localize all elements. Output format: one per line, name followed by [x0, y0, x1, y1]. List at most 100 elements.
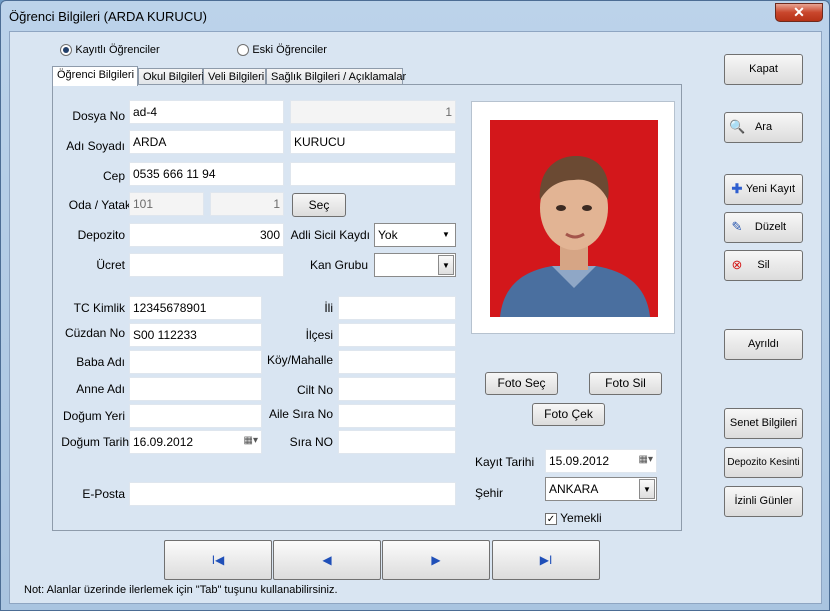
foto-sil-button[interactable]: Foto Sil — [589, 372, 662, 395]
dogum-yeri-label: Doğum Yeri — [62, 409, 125, 423]
adli-sicil-select[interactable]: Yok ▼ — [374, 223, 456, 247]
tc-label: TC Kimlik — [73, 301, 125, 315]
cuzdan-field[interactable]: S00 112233 — [129, 323, 262, 347]
chevron-down-icon[interactable]: ▼ — [639, 479, 655, 499]
yeni-kayit-button[interactable]: ✚ Yeni Kayıt — [724, 174, 803, 205]
kapat-button[interactable]: Kapat — [724, 54, 803, 85]
ilcesi-label: İlçesi — [305, 328, 333, 342]
first-name-field[interactable]: ARDA — [129, 130, 284, 154]
ili-label: İli — [324, 301, 333, 315]
sec-button[interactable]: Seç — [292, 193, 346, 217]
sehir-value: ANKARA — [549, 482, 599, 496]
depozito-label: Depozito — [77, 228, 125, 242]
student-portrait-image — [490, 120, 658, 317]
cilt-label: Cilt No — [296, 383, 333, 397]
radio-registered[interactable]: Kayıtlı Öğrenciler — [60, 42, 160, 56]
check-icon[interactable]: ✓ — [545, 512, 557, 525]
edit-icon: ✎ — [731, 219, 743, 234]
yemekli-checkbox[interactable]: ✓ Yemekli — [545, 511, 602, 525]
aile-sira-field[interactable] — [338, 404, 456, 428]
last-name-field[interactable]: KURUCU — [290, 130, 456, 154]
kayit-tarihi-picker[interactable]: 15.09.2012 ▦▾ — [545, 449, 657, 473]
dogum-yeri-field[interactable] — [129, 404, 262, 428]
radio-former-dot[interactable] — [237, 43, 249, 56]
tab-health-info[interactable]: Sağlık Bilgileri / Açıklamalar — [266, 68, 406, 85]
client-area: Kayıtlı Öğrenciler Eski Öğrenciler Öğren… — [9, 31, 822, 604]
student-photo — [490, 120, 658, 317]
sil-label: Sil — [757, 259, 770, 271]
izinli-gunler-button[interactable]: İzinli Günler — [724, 486, 803, 517]
ara-label: Ara — [754, 121, 773, 133]
title-bar: Öğrenci Bilgileri (ARDA KURUCU) ✕ — [1, 1, 829, 31]
foto-sec-button[interactable]: Foto Seç — [485, 372, 558, 395]
eposta-label: E-Posta — [82, 487, 125, 501]
aile-sira-label: Aile Sıra No — [268, 407, 333, 421]
main-window: Öğrenci Bilgileri (ARDA KURUCU) ✕ Kayıtl… — [0, 0, 830, 611]
yatak-field[interactable]: 1 — [210, 192, 284, 216]
adli-sicil-value: Yok — [378, 228, 398, 242]
ayrildi-button[interactable]: Ayrıldı — [724, 329, 803, 360]
kayit-tarihi-label: Kayıt Tarihi — [475, 455, 535, 469]
sehir-select[interactable]: ANKARA ▼ — [545, 477, 657, 501]
cuzdan-label: Cüzdan No — [64, 326, 125, 340]
adi-soyadi-label: Adı Soyadı — [66, 139, 125, 153]
cep-label: Cep — [102, 169, 125, 183]
close-button[interactable]: ✕ — [775, 3, 823, 22]
chevron-down-icon[interactable]: ▼ — [438, 255, 454, 275]
search-icon: 🔍 — [729, 119, 746, 134]
chevron-down-icon[interactable]: ▼ — [438, 225, 454, 245]
dogum-tarih-value: 16.09.2012 — [133, 435, 194, 449]
previous-record-button[interactable]: ◀ — [273, 540, 381, 580]
koy-label: Köy/Mahalle — [266, 353, 333, 367]
depozito-field[interactable]: 300 — [129, 223, 284, 247]
last-record-button[interactable]: ▶I — [492, 540, 600, 580]
next-record-button[interactable]: ▶ — [382, 540, 490, 580]
baba-label: Baba Adı — [76, 355, 125, 369]
radio-registered-dot[interactable] — [60, 43, 72, 56]
radio-former[interactable]: Eski Öğrenciler — [237, 42, 327, 56]
oda-field[interactable]: 101 — [129, 192, 204, 216]
radio-registered-label: Kayıtlı Öğrenciler — [75, 44, 160, 56]
first-record-button[interactable]: I◀ — [164, 540, 272, 580]
duzelt-label: Düzelt — [754, 221, 787, 233]
dogum-tarih-picker[interactable]: 16.09.2012 ▦▾ — [129, 430, 262, 454]
tab-school-info[interactable]: Okul Bilgileri — [138, 68, 204, 85]
dosya-no-field[interactable]: ad-4 — [129, 100, 284, 124]
sira-field[interactable] — [338, 430, 456, 454]
foto-cek-button[interactable]: Foto Çek — [532, 403, 605, 426]
adli-sicil-label: Adli Sicil Kaydı — [290, 228, 370, 242]
eposta-field[interactable] — [129, 482, 456, 506]
baba-field[interactable] — [129, 350, 262, 374]
sil-button[interactable]: ⊗ Sil — [724, 250, 803, 281]
kan-grubu-label: Kan Grubu — [309, 258, 368, 272]
cep-field[interactable]: 0535 666 11 94 — [129, 162, 284, 186]
depozito-kesinti-button[interactable]: Depozito Kesinti — [724, 447, 803, 478]
photo-frame — [471, 101, 675, 334]
dogum-tarih-label: Doğum Tarih — [61, 435, 129, 449]
delete-icon: ⊗ — [731, 257, 743, 272]
anne-label: Anne Adı — [76, 382, 125, 396]
plus-icon: ✚ — [731, 181, 743, 196]
dosya-no-label: Dosya No — [72, 109, 125, 123]
tc-field[interactable]: 12345678901 — [129, 296, 262, 320]
ucret-field[interactable] — [129, 253, 284, 277]
tab-parent-info[interactable]: Veli Bilgileri — [203, 68, 266, 85]
duzelt-button[interactable]: ✎ Düzelt — [724, 212, 803, 243]
ili-field[interactable] — [338, 296, 456, 320]
anne-field[interactable] — [129, 377, 262, 401]
ara-button[interactable]: 🔍 Ara — [724, 112, 803, 143]
dosya-no-counter-field[interactable]: 1 — [290, 100, 456, 124]
ucret-label: Ücret — [96, 258, 125, 272]
tab-student-info[interactable]: Öğrenci Bilgileri — [52, 66, 138, 86]
footer-note: Not: Alanlar üzerinde ilerlemek için "Ta… — [24, 584, 338, 596]
kan-grubu-select[interactable]: ▼ — [374, 253, 456, 277]
senet-button[interactable]: Senet Bilgileri — [724, 408, 803, 439]
cilt-field[interactable] — [338, 377, 456, 401]
window-title: Öğrenci Bilgileri (ARDA KURUCU) — [9, 9, 207, 24]
ilcesi-field[interactable] — [338, 323, 456, 347]
yemekli-label: Yemekli — [560, 511, 602, 525]
koy-field[interactable] — [338, 350, 456, 374]
sehir-label: Şehir — [475, 486, 504, 500]
cep2-field[interactable] — [290, 162, 456, 186]
calendar-icon[interactable]: ▦▾ — [639, 454, 653, 465]
